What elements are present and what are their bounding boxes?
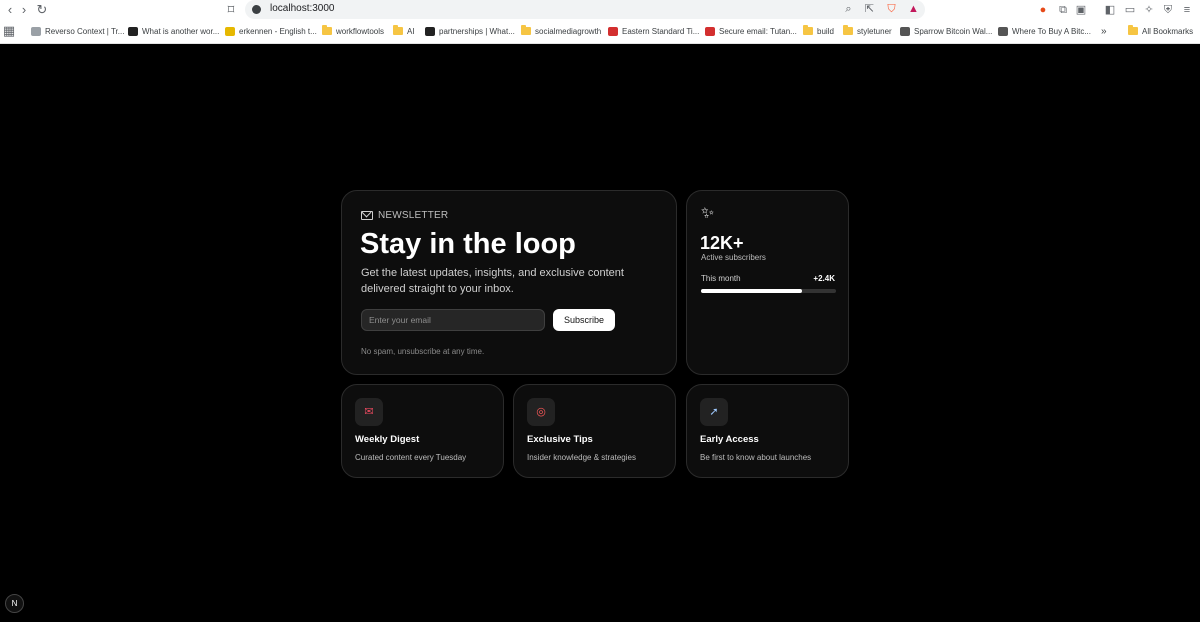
- bookmark-item[interactable]: Eastern Standard Ti...: [608, 23, 699, 39]
- subscriber-count-label: Active subscribers: [701, 253, 766, 262]
- bookmark-label: Where To Buy A Bitc...: [1012, 26, 1091, 36]
- h-icon: [128, 26, 138, 36]
- address-bar[interactable]: localhost:3000 ⌕ ⇱ ⛉ ▲: [245, 0, 925, 19]
- url-text[interactable]: localhost:3000: [270, 3, 335, 14]
- reverso-icon: [31, 26, 41, 36]
- brave-shield-icon[interactable]: ⛉: [884, 2, 899, 17]
- site-info-icon[interactable]: [252, 5, 261, 14]
- bookmark-item[interactable]: build: [803, 23, 834, 39]
- bookmark-label: AI: [407, 26, 415, 36]
- n-icon: [425, 26, 435, 36]
- bookmark-item[interactable]: styletuner: [843, 23, 892, 39]
- bookmark-label: What is another wor...: [142, 26, 220, 36]
- nextjs-dev-badge[interactable]: N: [5, 594, 24, 613]
- tutanota-icon: [705, 26, 715, 36]
- bookmark-item[interactable]: partnerships | What...: [425, 23, 515, 39]
- reload-icon[interactable]: ↻: [34, 2, 50, 18]
- leo-ai-icon[interactable]: ✧: [1141, 2, 1157, 18]
- bookmark-label: socialmediagrowth: [535, 26, 602, 36]
- bookmark-item[interactable]: Secure email: Tutan...: [705, 23, 797, 39]
- share-icon[interactable]: ⇱: [862, 2, 877, 17]
- folder-icon: [803, 25, 813, 35]
- stats-card: ✨︎ 12K+ Active subscribers This month +2…: [686, 190, 849, 375]
- mail-icon: [361, 211, 373, 220]
- feature-title: Weekly Digest: [355, 434, 420, 445]
- email-input[interactable]: [361, 309, 545, 331]
- bookmark-item[interactable]: Where To Buy A Bitc...: [998, 23, 1091, 39]
- progress-bar: [701, 289, 836, 293]
- bookmark-page-icon[interactable]: ⌑: [223, 2, 239, 18]
- screenshot-icon[interactable]: ▣: [1073, 2, 1089, 18]
- subscriber-count: 12K+: [700, 233, 744, 253]
- month-label: This month: [701, 274, 741, 283]
- folder-icon: [393, 25, 403, 35]
- bookmark-label: Secure email: Tutan...: [719, 26, 797, 36]
- eyebrow-label: NEWSLETTER: [378, 210, 449, 221]
- bookmarks-bar: ▦ Reverso Context | Tr... What is another…: [0, 22, 1200, 40]
- fineprint-text: No spam, unsubscribe at any time.: [361, 347, 485, 356]
- bookmark-label: Sparrow Bitcoin Wal...: [914, 26, 993, 36]
- extensions-puzzle-icon[interactable]: ⧉: [1055, 2, 1071, 18]
- clock-icon: [608, 26, 618, 36]
- bookmark-label: build: [817, 26, 834, 36]
- newsletter-eyebrow: NEWSLETTER: [361, 210, 448, 221]
- folder-icon: [843, 25, 853, 35]
- bookmark-item[interactable]: Sparrow Bitcoin Wal...: [900, 23, 992, 39]
- extension-icon[interactable]: ●: [1035, 2, 1051, 18]
- all-bookmarks[interactable]: All Bookmarks: [1128, 23, 1193, 39]
- apps-grid-icon[interactable]: ▦: [1, 23, 17, 39]
- bookmark-item[interactable]: AI: [393, 23, 415, 39]
- sidebar-icon[interactable]: ◧: [1102, 2, 1118, 18]
- dict-icon: [225, 26, 235, 36]
- menu-icon[interactable]: ≡: [1179, 2, 1195, 18]
- bookmarks-overflow-icon[interactable]: »: [1101, 23, 1107, 39]
- bookmark-label: partnerships | What...: [439, 26, 515, 36]
- vpn-icon[interactable]: ⛨: [1160, 2, 1176, 18]
- page-title: Stay in the loop: [360, 228, 576, 260]
- folder-icon: [521, 25, 531, 35]
- feature-card: ◎ Exclusive Tips Insider knowledge & strat…: [513, 384, 676, 478]
- all-bookmarks-label: All Bookmarks: [1142, 26, 1194, 36]
- bitcoin-icon: [998, 26, 1008, 36]
- bookmark-label: Eastern Standard Ti...: [622, 26, 700, 36]
- feature-card: ✉ Weekly Digest Curated content every Tues…: [341, 384, 504, 478]
- feature-title: Exclusive Tips: [527, 434, 593, 445]
- bookmark-item[interactable]: socialmediagrowth: [521, 23, 601, 39]
- bookmark-item[interactable]: What is another wor...: [128, 23, 219, 39]
- sparrow-icon: [900, 26, 910, 36]
- envelope-icon: ✉: [355, 398, 383, 426]
- zoom-icon[interactable]: ⌕: [841, 2, 856, 17]
- newsletter-description: Get the latest updates, insights, and ex…: [361, 267, 624, 295]
- feature-description: Curated content every Tuesday: [355, 453, 467, 462]
- bookmark-item[interactable]: erkennen - English t...: [225, 23, 317, 39]
- target-icon: ◎: [527, 398, 555, 426]
- rocket-icon: ➚: [700, 398, 728, 426]
- bookmark-label: styletuner: [857, 26, 892, 36]
- bookmark-label: workflowtools: [336, 26, 385, 36]
- bookmark-label: erkennen - English t...: [239, 26, 317, 36]
- bookmark-item[interactable]: workflowtools: [322, 23, 384, 39]
- bookmark-label: Reverso Context | Tr...: [45, 26, 125, 36]
- page-content: NEWSLETTER Stay in the loop Get the late…: [0, 44, 1200, 622]
- folder-icon: [322, 25, 332, 35]
- brave-rewards-icon[interactable]: ▲: [906, 2, 921, 17]
- browser-chrome: ‹ › ↻ ⌑ localhost:3000 ⌕ ⇱ ⛉ ▲ ● ⧉ ▣ ◧ ▭…: [0, 0, 1200, 44]
- feature-card: ➚ Early Access Be first to know about laun…: [686, 384, 849, 478]
- feature-description: Insider knowledge & strategies: [527, 453, 636, 462]
- month-growth-value: +2.4K: [813, 274, 835, 283]
- subscribe-button[interactable]: Subscribe: [553, 309, 615, 331]
- browser-toolbar: ‹ › ↻ ⌑ localhost:3000 ⌕ ⇱ ⛉ ▲ ● ⧉ ▣ ◧ ▭…: [0, 0, 1200, 20]
- forward-icon[interactable]: ›: [16, 2, 32, 18]
- folder-icon: [1128, 25, 1138, 35]
- progress-bar-fill: [701, 289, 803, 293]
- wallet-icon[interactable]: ▭: [1122, 2, 1138, 18]
- bookmark-item[interactable]: Reverso Context | Tr...: [31, 23, 124, 39]
- feature-description: Be first to know about launches: [700, 453, 812, 462]
- newsletter-card: NEWSLETTER Stay in the loop Get the late…: [341, 190, 677, 375]
- feature-title: Early Access: [700, 434, 759, 445]
- sparkles-icon: ✨︎: [701, 205, 715, 222]
